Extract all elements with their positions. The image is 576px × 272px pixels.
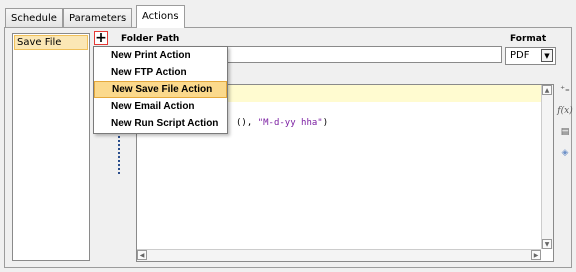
chevron-down-icon[interactable]: ▼ [541, 49, 553, 62]
tab-label: Parameters [69, 13, 127, 24]
format-value: PDF [510, 50, 530, 61]
new-action-menu: New Print Action New FTP Action New Save… [93, 46, 228, 134]
menu-item-new-save-file-action[interactable]: New Save File Action [94, 81, 227, 98]
scroll-up-icon[interactable]: ▲ [542, 85, 552, 95]
menu-item-new-run-script-action[interactable]: New Run Script Action [94, 115, 227, 132]
menu-item-new-ftp-action[interactable]: New FTP Action [94, 64, 227, 81]
tag-icon[interactable]: ◈ [559, 147, 571, 159]
actions-list[interactable]: Save File [12, 33, 90, 261]
scroll-right-icon[interactable]: ▶ [531, 250, 541, 260]
horizontal-scrollbar[interactable]: ◀ ▶ [137, 249, 541, 261]
menu-item-new-print-action[interactable]: New Print Action [94, 47, 227, 64]
tab-actions[interactable]: Actions [136, 5, 185, 28]
document-icon[interactable]: ▤ [559, 126, 571, 138]
code-text: (), [236, 118, 258, 128]
folder-path-label: Folder Path [121, 34, 180, 44]
code-string: "M-d-yy hha" [257, 118, 323, 128]
add-line-icon[interactable]: ⁺₌ [559, 84, 571, 96]
code-text: ) [322, 118, 329, 128]
plus-icon: + [95, 30, 107, 46]
tree-guide [118, 132, 120, 174]
vertical-scrollbar[interactable]: ▲ ▼ [541, 85, 553, 249]
menu-item-new-email-action[interactable]: New Email Action [94, 98, 227, 115]
tab-parameters[interactable]: Parameters [63, 8, 133, 27]
scroll-down-icon[interactable]: ▼ [542, 239, 552, 249]
list-item-label: Save File [17, 37, 62, 48]
function-icon[interactable]: f(x) [557, 105, 572, 117]
format-label: Format [510, 34, 547, 44]
add-action-button[interactable]: + [94, 31, 108, 45]
scroll-left-icon[interactable]: ◀ [137, 250, 147, 260]
folder-path-input[interactable] [226, 46, 502, 63]
tab-schedule[interactable]: Schedule [5, 8, 63, 27]
tab-label: Schedule [11, 13, 57, 24]
list-item[interactable]: Save File [14, 35, 88, 50]
tab-label: Actions [142, 11, 179, 22]
format-select[interactable]: PDF ▼ [505, 47, 556, 65]
code-line: (), "M-d-yy hha") [236, 118, 328, 128]
editor-toolbar: ⁺₌ f(x) ▤ ◈ [557, 84, 573, 168]
